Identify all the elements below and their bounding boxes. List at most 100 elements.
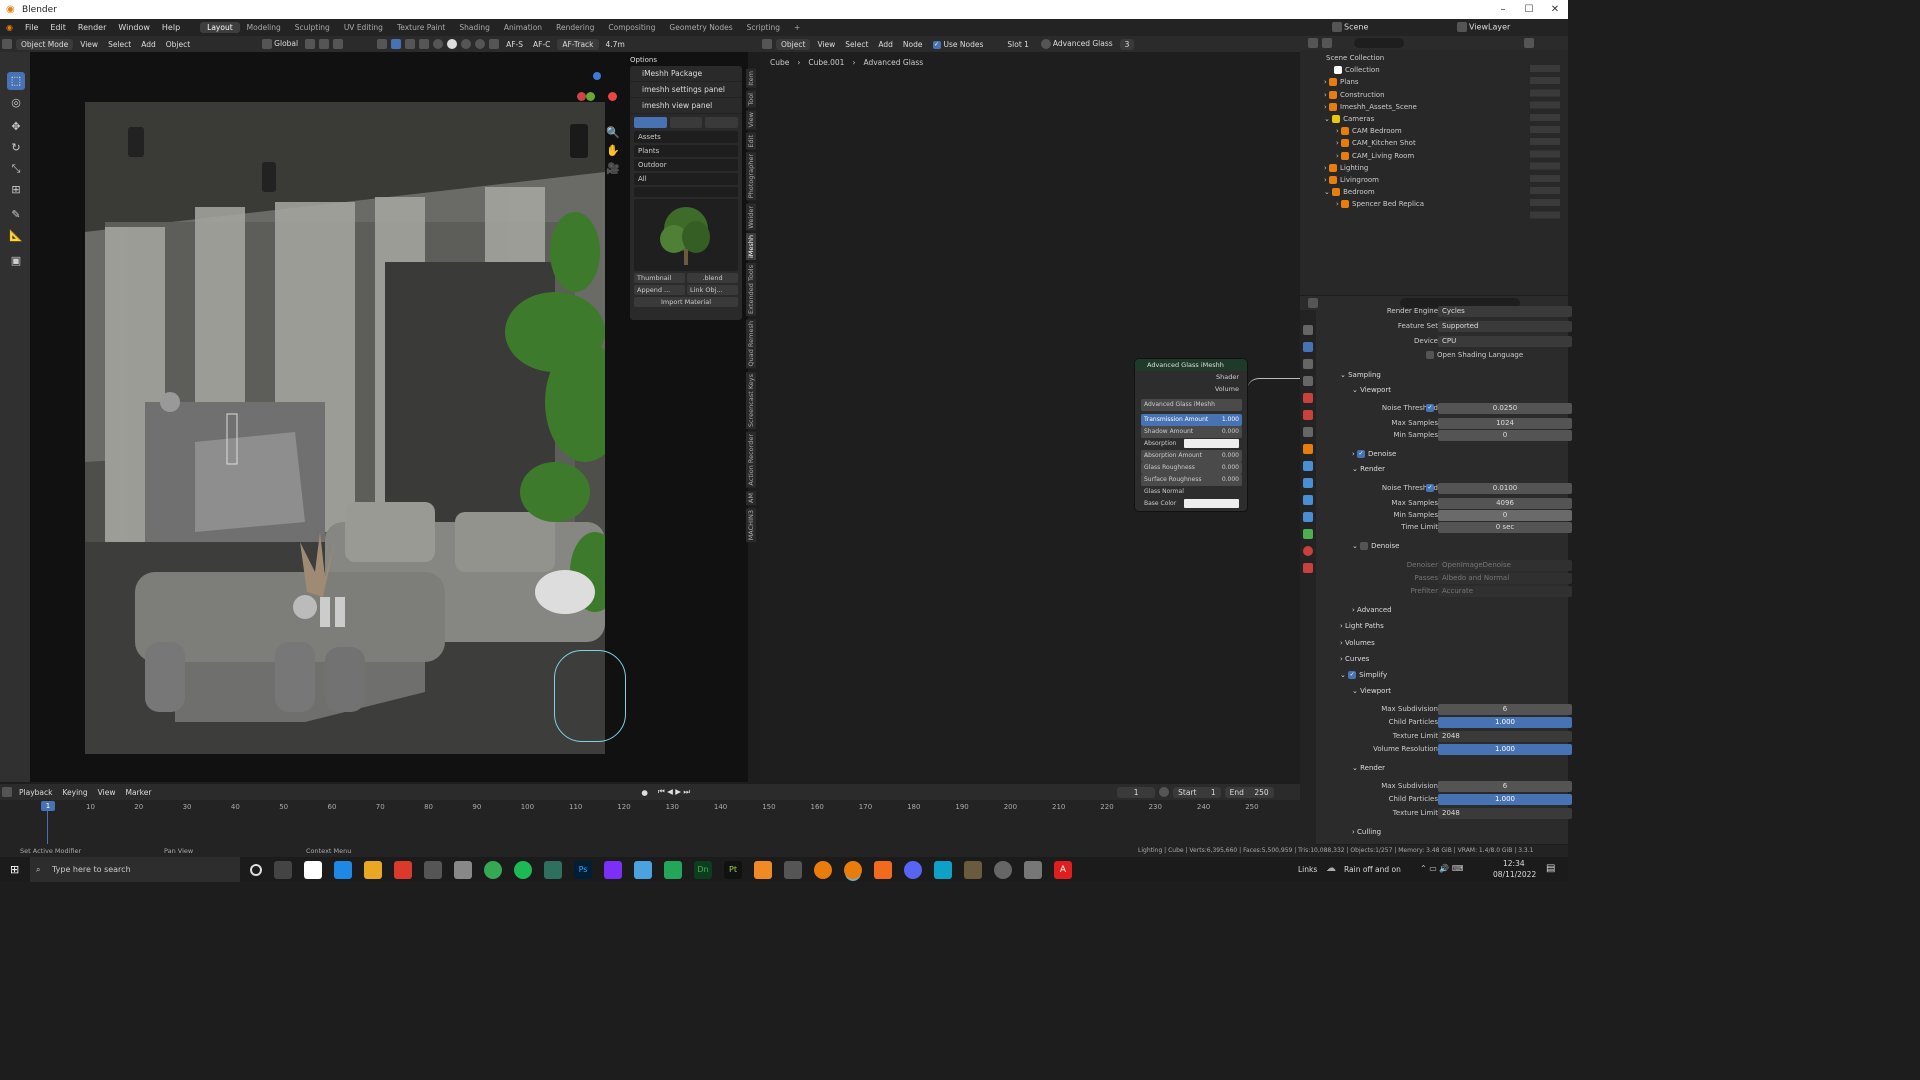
chrome-icon[interactable] [484,860,502,879]
taskbar-search-input[interactable]: ⌕ Type here to search [30,857,240,882]
clock-date[interactable]: 08/11/2022 [1493,870,1536,879]
shading-material-icon[interactable] [461,39,472,49]
outliner-row-lighting[interactable]: › Lighting [1300,162,1568,174]
overlay-icon[interactable] [405,39,416,49]
input-absorption-amount[interactable]: Absorption Amount 0.000 [1141,450,1242,462]
app-icon[interactable] [544,860,562,879]
current-frame-field[interactable]: 1 [1117,786,1156,798]
render-engine-dropdown[interactable]: Cycles [1438,306,1572,317]
app-icon[interactable] [874,860,892,879]
viewport-menu-add[interactable]: Add [136,40,161,49]
navigation-gizmo[interactable] [575,70,625,120]
menu-window[interactable]: Window [112,23,156,32]
world-tab-icon[interactable] [1303,410,1313,420]
visibility-toggles[interactable] [1530,62,1560,222]
outliner-row-cam-bedroom[interactable]: › CAM Bedroom [1300,125,1568,137]
input-surface-roughness[interactable]: Surface Roughness 0.000 [1141,474,1242,486]
s-r-texture-limit-dropdown[interactable]: 2048 [1438,808,1572,819]
vp-noise-threshold-field[interactable]: 0.0250 [1438,403,1572,414]
maximize-button[interactable]: ☐ [1516,0,1542,19]
timeline-menu-keying[interactable]: Keying [57,788,92,797]
input-base-color[interactable]: Base Color [1141,498,1242,510]
blender-menu-icon[interactable]: ◉ [0,23,19,32]
file-explorer-icon[interactable] [364,860,382,879]
neg-x-axis-icon[interactable] [608,92,617,101]
subcategory-dropdown[interactable]: Plants [634,145,738,157]
tab-imeshh[interactable]: iMeshh [746,233,756,261]
outliner-row-livingroom[interactable]: › Livingroom [1300,174,1568,186]
material-selector[interactable]: Advanced Glass [1034,39,1118,49]
outliner-row-plans[interactable]: › Plans [1300,76,1568,88]
workspace-tab-animation[interactable]: Animation [497,22,549,33]
simplify-render-subpanel[interactable]: ⌄ Render [1352,761,1385,776]
asset-thumbnail[interactable] [634,199,738,271]
af-track-button[interactable]: AF-Track [557,38,599,50]
tab-item[interactable]: Item [746,69,756,88]
output-tab-icon[interactable] [1303,359,1313,369]
s-r-max-subdiv-field[interactable]: 6 [1438,781,1572,792]
select-box-tool-icon[interactable]: ⬚ [7,72,25,90]
assets-tab-models-icon[interactable] [634,117,667,128]
painter-icon[interactable]: Pt [724,860,742,879]
app-icon[interactable] [784,860,802,879]
tab-photographer[interactable]: Photographer [746,152,756,201]
device-dropdown[interactable]: CPU [1438,336,1572,347]
volumes-panel[interactable]: › Volumes [1340,636,1375,651]
rotate-tool-icon[interactable]: ↻ [7,139,25,157]
task-view-icon[interactable] [274,860,292,879]
notion-app-icon[interactable] [304,860,322,879]
timeline-type-icon[interactable] [2,787,12,797]
cursor-tool-icon[interactable]: ◎ [7,94,25,112]
photoshop-icon[interactable]: Ps [574,860,592,879]
close-button[interactable]: ✕ [1542,0,1568,19]
mode-dropdown[interactable]: Object Mode [16,38,74,50]
app-icon[interactable] [994,860,1012,879]
outliner-row-imeshh-assets[interactable]: › Imeshh_Assets_Scene [1300,101,1568,113]
workspace-tab-sculpting[interactable]: Sculpting [288,22,337,33]
options-dropdown[interactable]: Options [630,56,657,64]
outliner-search-input[interactable] [1354,38,1404,48]
workspace-tab-texture-paint[interactable]: Texture Paint [390,22,452,33]
input-glass-normal[interactable]: Glass Normal [1141,486,1242,498]
object-tab-icon[interactable] [1303,444,1313,454]
zoom-icon[interactable]: 🔍 [606,126,620,139]
shading-solid-icon[interactable] [447,39,458,49]
input-glass-roughness[interactable]: Glass Roughness 0.000 [1141,462,1242,474]
proportional-edit-icon[interactable] [333,39,344,49]
timeline-menu-view[interactable]: View [93,788,121,797]
visibility-icon[interactable] [377,39,388,49]
vp-denoise-subpanel[interactable]: › ✓ Denoise [1352,447,1396,462]
workspace-tab-modeling[interactable]: Modeling [240,22,288,33]
node-title[interactable]: Advanced Glass iMeshh [1135,359,1247,371]
taskbar-links[interactable]: Links [1298,865,1317,874]
tab-machin3[interactable]: MACHIN3 [746,507,756,542]
tool-tab-icon[interactable] [1303,325,1313,335]
timeline-menu-playback[interactable]: Playback [14,788,57,797]
system-tray-icons[interactable]: ⌃ ▭ 🔊 ⌨ [1420,864,1463,873]
y-axis-icon[interactable] [586,92,595,101]
category-dropdown[interactable]: Assets [634,131,738,143]
outliner-row-cameras[interactable]: ⌄ Cameras [1300,113,1568,125]
input-absorption-color[interactable]: Absorption ... [1141,438,1242,459]
prefilter-dropdown[interactable]: Accurate [1438,586,1572,597]
timeline-menu-marker[interactable]: Marker [120,788,156,797]
s-vp-texture-limit-dropdown[interactable]: 2048 [1438,731,1572,742]
workspace-tab-shading[interactable]: Shading [452,22,496,33]
data-tab-icon[interactable] [1303,529,1313,539]
render-subpanel[interactable]: ⌄ Render [1352,462,1385,477]
app-icon[interactable] [424,860,442,879]
time-limit-field[interactable]: 0 sec [1438,522,1572,533]
append-button[interactable]: Append ... [634,285,685,295]
r-noise-threshold-field[interactable]: 0.0100 [1438,483,1572,494]
workspace-tab-uv[interactable]: UV Editing [337,22,390,33]
af-c-button[interactable]: AF-C [528,40,555,49]
scene-selector[interactable]: Scene [1330,22,1368,32]
tab-view[interactable]: View [746,110,756,130]
outliner-row-spencer-bed[interactable]: › Spencer Bed Replica [1300,198,1568,210]
discord-icon[interactable] [904,860,922,879]
r-noise-threshold-checkbox[interactable]: ✓ [1426,481,1437,496]
vp-noise-threshold-checkbox[interactable]: ✓ [1426,401,1437,416]
assets-tab-materials-icon[interactable] [669,117,703,128]
light-paths-panel[interactable]: › Light Paths [1340,619,1384,634]
node-menu-select[interactable]: Select [840,40,873,49]
